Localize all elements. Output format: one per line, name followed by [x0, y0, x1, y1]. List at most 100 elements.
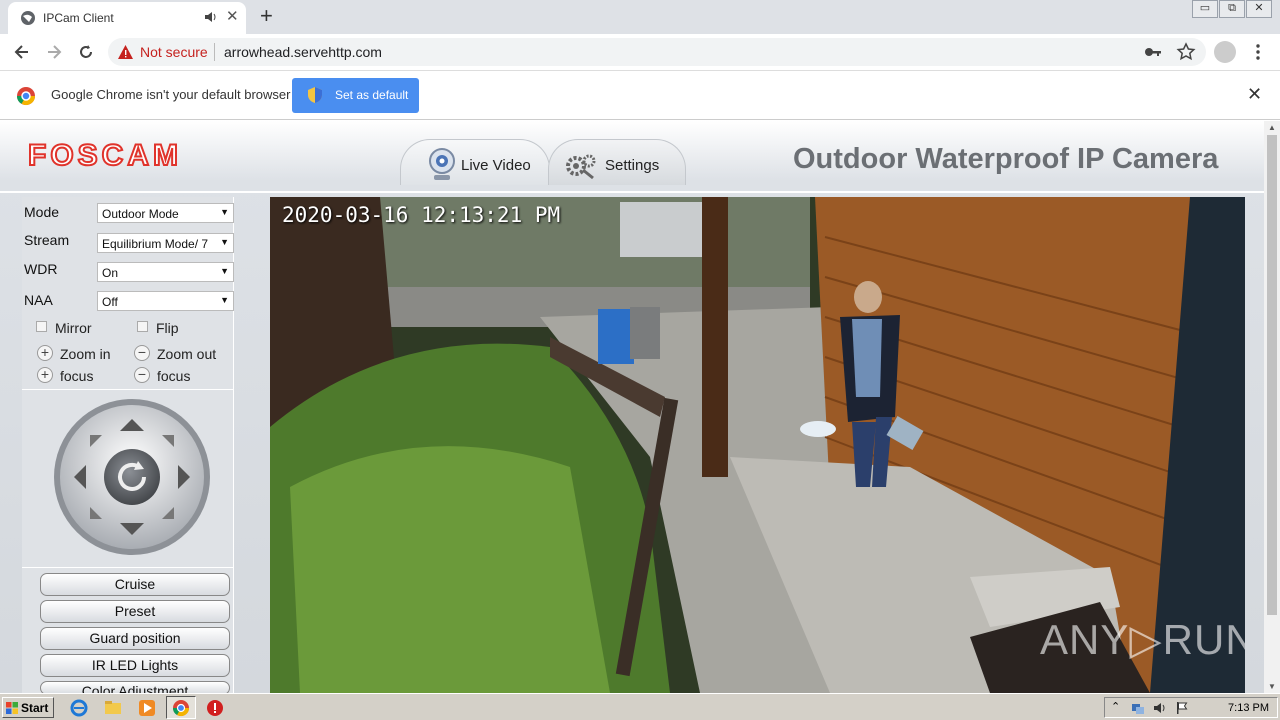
url-text[interactable]: arrowhead.servehttp.com: [224, 44, 382, 60]
flip-label: Flip: [156, 320, 179, 336]
tab-settings[interactable]: Settings: [548, 139, 686, 185]
start-label: Start: [21, 701, 49, 715]
zoom-out-label[interactable]: Zoom out: [157, 346, 216, 362]
mirror-checkbox[interactable]: [36, 321, 47, 332]
mode-select[interactable]: Outdoor Mode ▼: [97, 203, 234, 223]
minimize-button[interactable]: ▭: [1192, 0, 1218, 18]
stop-sign-icon[interactable]: [206, 699, 224, 717]
infobar-message: Google Chrome isn't your default browser: [51, 87, 291, 102]
focus-out-minus-icon[interactable]: −: [134, 367, 150, 383]
guard-position-button[interactable]: Guard position: [40, 627, 230, 650]
internet-explorer-icon[interactable]: [70, 699, 88, 717]
video-timestamp: 2020-03-16 12:13:21 PM: [282, 203, 561, 227]
wdr-label: WDR: [24, 261, 58, 277]
chevron-down-icon: ▼: [220, 266, 229, 276]
tab-live-video[interactable]: Live Video: [400, 139, 550, 185]
chevron-down-icon: ▼: [220, 237, 229, 247]
naa-label: NAA: [24, 292, 53, 308]
file-explorer-icon[interactable]: [104, 699, 122, 717]
key-icon[interactable]: [1144, 44, 1162, 60]
naa-select[interactable]: Off ▼: [97, 291, 234, 311]
close-window-button[interactable]: ✕: [1246, 0, 1272, 18]
tab-settings-label: Settings: [605, 157, 660, 174]
stream-label: Stream: [24, 232, 70, 248]
panel-divider: [22, 567, 234, 568]
wdr-value: On: [102, 266, 119, 280]
webcam-icon: [429, 148, 455, 180]
kebab-menu-icon[interactable]: [1252, 42, 1264, 62]
scroll-down-arrow-icon[interactable]: ▼: [1268, 682, 1276, 691]
focus-in-plus-icon[interactable]: +: [37, 367, 53, 383]
stream-select[interactable]: Equilibrium Mode/ 7 ▼: [97, 233, 234, 253]
back-arrow-icon[interactable]: [12, 42, 32, 62]
ipcam-page: FOSCAM Outdoor Waterproof IP Camera Live…: [0, 121, 1264, 693]
mirror-label: Mirror: [55, 320, 92, 336]
naa-value: Off: [102, 295, 118, 309]
stream-value: Equilibrium Mode/ 7: [102, 237, 209, 251]
focus-out-label[interactable]: focus: [157, 368, 190, 384]
tab-close-button[interactable]: ✕: [226, 8, 239, 26]
browser-tab[interactable]: IPCam Client ✕: [8, 2, 246, 34]
set-as-default-button[interactable]: Set as default: [292, 78, 419, 113]
zoom-in-plus-icon[interactable]: +: [37, 345, 53, 361]
zoom-out-minus-icon[interactable]: −: [134, 345, 150, 361]
set-as-default-label: Set as default: [335, 88, 409, 102]
address-bar[interactable]: Not secure arrowhead.servehttp.com: [108, 38, 1206, 66]
chrome-logo-icon: [16, 87, 35, 106]
taskbar-chrome-button[interactable]: [166, 696, 196, 719]
control-panel: Mode Outdoor Mode ▼ Stream Equilibrium Mo…: [22, 197, 234, 693]
foscam-logo: FOSCAM: [27, 138, 182, 173]
profile-avatar[interactable]: [1214, 41, 1236, 63]
action-center-flag-icon[interactable]: [1175, 701, 1189, 715]
new-tab-button[interactable]: +: [260, 4, 273, 28]
ptz-direction-pad[interactable]: [52, 397, 212, 557]
cruise-button[interactable]: Cruise: [40, 573, 230, 596]
infobar-close-button[interactable]: ✕: [1247, 84, 1262, 105]
start-button[interactable]: Start: [2, 697, 54, 718]
chevron-down-icon: ▼: [220, 207, 229, 217]
flip-checkbox[interactable]: [137, 321, 148, 332]
mode-value: Outdoor Mode: [102, 207, 179, 221]
reload-icon[interactable]: [76, 42, 96, 62]
tray-expand-icon[interactable]: ⌃: [1111, 701, 1125, 715]
panel-divider: [22, 389, 234, 390]
preset-button[interactable]: Preset: [40, 600, 230, 623]
scrollbar-thumb[interactable]: [1267, 135, 1277, 615]
uac-shield-icon: [308, 87, 322, 103]
omnibox-divider: [214, 43, 215, 61]
default-browser-infobar: Google Chrome isn't your default browser…: [0, 71, 1280, 120]
network-icon[interactable]: [1131, 701, 1145, 715]
chevron-down-icon: ▼: [220, 295, 229, 305]
tab-live-video-label: Live Video: [461, 157, 531, 174]
warning-icon: [118, 45, 133, 59]
forward-arrow-icon[interactable]: [44, 42, 64, 62]
restore-button[interactable]: ⧉: [1219, 0, 1245, 18]
chrome-taskbar-icon: [172, 700, 190, 717]
taskbar-clock[interactable]: 7:13 PM: [1228, 702, 1269, 714]
color-adjustment-button[interactable]: Color Adjustment: [40, 681, 230, 693]
windows-logo-icon: [6, 702, 18, 714]
page-scrollbar[interactable]: ▲ ▼: [1264, 121, 1280, 693]
browser-toolbar: Not secure arrowhead.servehttp.com: [0, 34, 1280, 71]
scroll-up-arrow-icon[interactable]: ▲: [1268, 123, 1276, 132]
browser-tab-strip: IPCam Client ✕ + ▭ ⧉ ✕: [0, 0, 1280, 34]
gears-icon: [566, 154, 596, 180]
product-title: Outdoor Waterproof IP Camera: [793, 143, 1219, 175]
bookmark-star-icon[interactable]: [1176, 42, 1196, 62]
zoom-in-label[interactable]: Zoom in: [60, 346, 111, 362]
ir-led-lights-button[interactable]: IR LED Lights: [40, 654, 230, 677]
wdr-select[interactable]: On ▼: [97, 262, 234, 282]
mode-label: Mode: [24, 204, 60, 220]
system-tray: ⌃ 7:13 PM: [1104, 697, 1278, 718]
security-status[interactable]: Not secure: [140, 44, 208, 60]
speaker-icon[interactable]: [204, 10, 218, 24]
anyrun-watermark: ANY▷RUN: [1040, 616, 1245, 663]
window-controls: ▭ ⧉ ✕: [1191, 0, 1272, 18]
windows-taskbar: Start ⌃ 7:13 PM: [0, 693, 1280, 720]
live-video-feed[interactable]: 2020-03-16 12:13:21 PM ANY▷RUN: [270, 197, 1245, 693]
globe-icon: [21, 11, 35, 25]
media-player-icon[interactable]: [138, 699, 156, 717]
tab-title: IPCam Client: [43, 11, 114, 25]
volume-icon[interactable]: [1153, 701, 1167, 715]
focus-in-label[interactable]: focus: [60, 368, 93, 384]
